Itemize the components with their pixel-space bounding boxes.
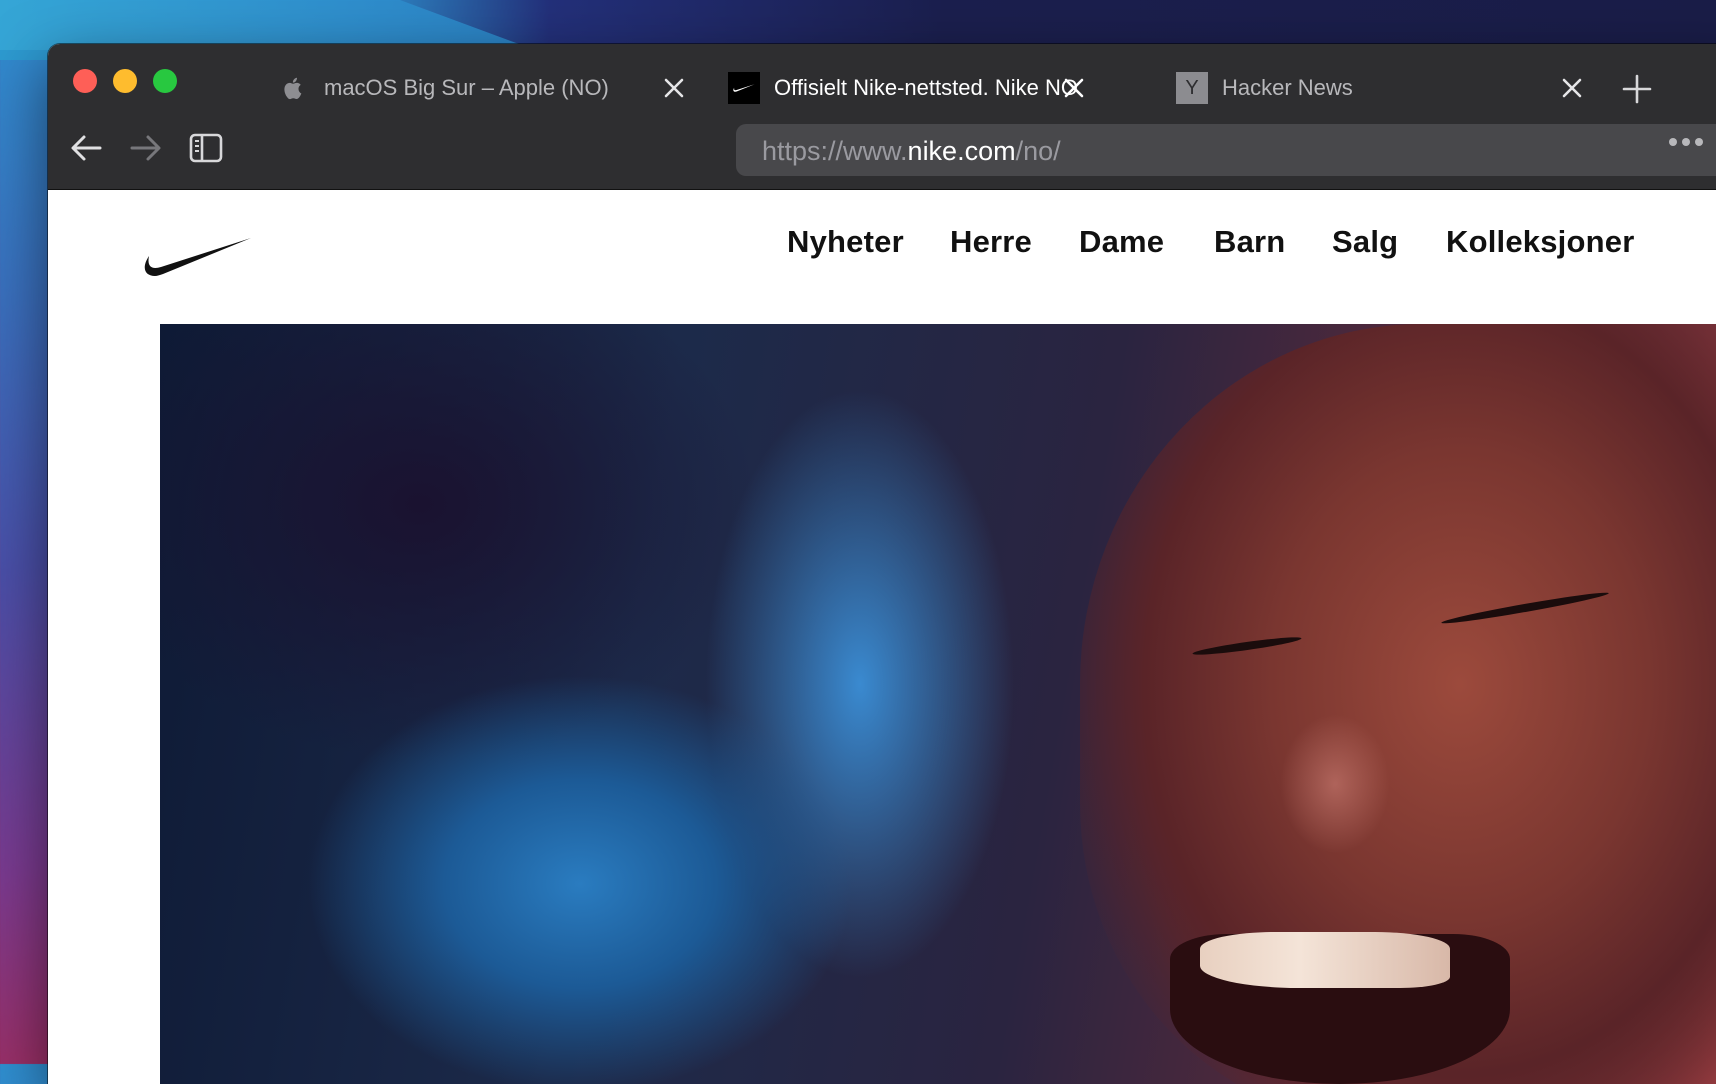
new-tab-icon[interactable]	[1620, 72, 1654, 106]
tab-nike[interactable]: Offisielt Nike-nettsted. Nike NO	[728, 64, 1078, 112]
tab-title: macOS Big Sur – Apple (NO)	[324, 75, 609, 100]
forward-arrow-icon[interactable]	[126, 128, 166, 168]
nike-swoosh-icon	[728, 72, 760, 104]
close-window-button[interactable]	[73, 69, 97, 93]
hacker-news-icon: Y	[1176, 72, 1208, 104]
closed-eye	[1440, 589, 1610, 627]
face-highlight	[1280, 714, 1390, 854]
tab-apple[interactable]: macOS Big Sur – Apple (NO)	[278, 64, 609, 112]
tab-title: Hacker News	[1222, 75, 1353, 100]
teeth	[1200, 932, 1450, 988]
address-bar[interactable]: https://www.nike.com/no/	[736, 124, 1716, 176]
nav-link-herre[interactable]: Herre	[950, 224, 1032, 260]
sidebar-toggle-icon[interactable]	[186, 128, 226, 168]
close-tab-icon[interactable]	[658, 72, 690, 104]
url-host: nike.com	[907, 136, 1016, 166]
apple-icon	[278, 72, 310, 104]
hero-image[interactable]	[160, 324, 1716, 1084]
url-path: /no/	[1015, 136, 1061, 166]
minimize-window-button[interactable]	[113, 69, 137, 93]
nav-link-nyheter[interactable]: Nyheter	[787, 224, 904, 260]
url-text: https://www.nike.com/no/	[762, 136, 1061, 167]
site-nav: Nyheter Herre Dame Barn Salg Kolleksjone…	[48, 218, 1716, 272]
web-content: Nyheter Herre Dame Barn Salg Kolleksjone…	[48, 190, 1716, 1084]
browser-toolbar: macOS Big Sur – Apple (NO) Offisielt Nik…	[48, 44, 1716, 190]
tab-title: Offisielt Nike-nettsted. Nike NO	[774, 75, 1079, 100]
closed-eye	[1191, 634, 1303, 658]
back-arrow-icon[interactable]	[66, 128, 106, 168]
nav-link-barn[interactable]: Barn	[1214, 224, 1285, 260]
nav-link-dame[interactable]: Dame	[1079, 224, 1164, 260]
browser-window: macOS Big Sur – Apple (NO) Offisielt Nik…	[48, 44, 1716, 1084]
close-tab-icon[interactable]	[1058, 72, 1090, 104]
nav-link-kolleksjoner[interactable]: Kolleksjoner	[1446, 224, 1634, 260]
url-scheme: https://www.	[762, 136, 908, 166]
close-tab-icon[interactable]	[1556, 72, 1588, 104]
nav-link-salg[interactable]: Salg	[1332, 224, 1398, 260]
more-options-icon[interactable]	[1668, 136, 1704, 148]
zoom-window-button[interactable]	[153, 69, 177, 93]
tab-hacker-news[interactable]: Y Hacker News	[1176, 64, 1353, 112]
smiling-face-illustration	[1080, 324, 1716, 1084]
